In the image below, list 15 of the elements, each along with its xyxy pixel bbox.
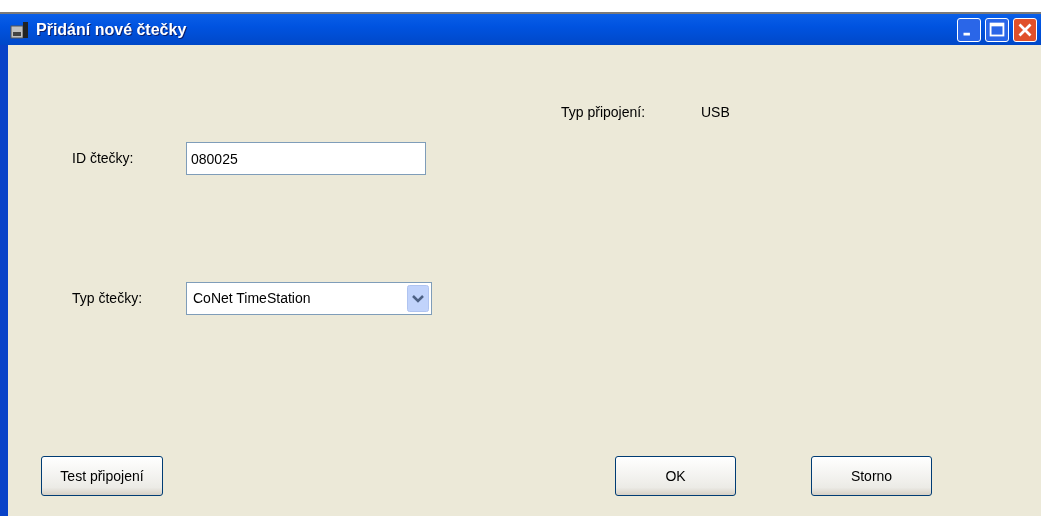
dropdown[interactable]: CoNet TimeStation xyxy=(186,282,432,315)
field-value: USB xyxy=(701,103,731,122)
chevron-down-icon[interactable] xyxy=(407,285,429,312)
window-title: Přidání nové čtečky xyxy=(36,19,187,40)
dialog-button[interactable]: Test připojení xyxy=(41,456,163,496)
dialog-button[interactable]: OK xyxy=(615,456,736,496)
input-field[interactable]: 080025 xyxy=(186,142,426,175)
minimize-button[interactable] xyxy=(957,17,981,42)
maximize-button[interactable] xyxy=(985,17,1009,42)
card-reader-icon xyxy=(10,20,30,39)
dialog-button[interactable]: Storno xyxy=(811,456,932,496)
field-label: Typ připojení: xyxy=(561,103,647,122)
field-label: Typ čtečky: xyxy=(71,289,144,308)
field-label: ID čtečky: xyxy=(71,149,135,168)
close-button[interactable] xyxy=(1013,17,1037,42)
